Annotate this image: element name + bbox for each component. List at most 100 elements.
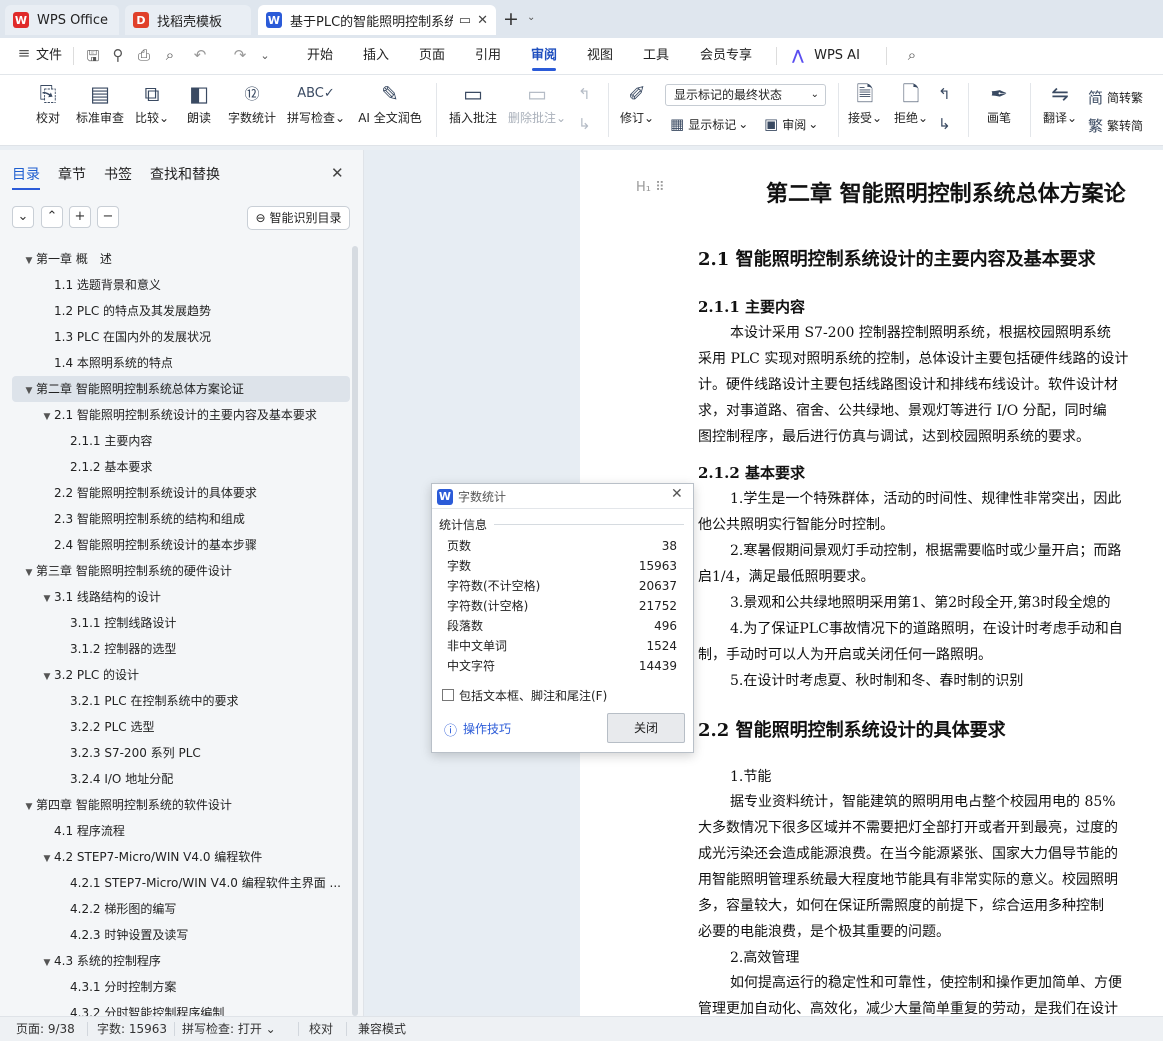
close-button[interactable]: 关闭 <box>607 713 685 743</box>
expand-arrow-icon[interactable]: ▼ <box>22 560 36 584</box>
ai-polish-button[interactable]: ✎ AI 全文润色 <box>354 79 426 127</box>
expand-arrow-icon[interactable]: ▼ <box>40 404 54 428</box>
toc-item[interactable]: 2.1.2 基本要求 <box>12 454 350 480</box>
toc-item[interactable]: ▼ 第一章 概 述 <box>12 246 350 272</box>
toc-item[interactable]: 3.1.1 控制线路设计 <box>12 610 350 636</box>
revise-button[interactable]: ✐ 修订⌄ <box>616 79 658 127</box>
include-textbox-checkbox[interactable] <box>442 689 454 701</box>
toc-item[interactable]: ▼ 3.2 PLC 的设计 <box>12 662 350 688</box>
toc-item[interactable]: 2.3 智能照明控制系统的结构和组成 <box>12 506 350 532</box>
monitor-icon[interactable]: ▭ <box>459 13 471 28</box>
toc-item[interactable]: 1.2 PLC 的特点及其发展趋势 <box>12 298 350 324</box>
proofread-indicator[interactable]: 校对 <box>309 1017 333 1041</box>
print-icon[interactable]: ⎙ <box>134 46 154 64</box>
nav-tab-toc[interactable]: 目录 <box>12 164 40 190</box>
nav-tab-find-replace[interactable]: 查找和替换 <box>150 164 220 184</box>
proofread-button[interactable]: ⎘ 校对 <box>26 79 70 127</box>
expand-arrow-icon[interactable]: ▼ <box>40 846 54 870</box>
prev-change-icon[interactable]: ↰ <box>938 85 951 103</box>
spell-check-indicator[interactable]: 拼写检查: 打开 ⌄ <box>182 1017 276 1041</box>
menu-review[interactable]: 审阅 <box>528 38 560 74</box>
close-icon[interactable]: ✕ <box>331 164 344 182</box>
collapse-down-button[interactable]: ⌄ <box>12 206 34 228</box>
next-change-icon[interactable]: ↳ <box>938 115 951 133</box>
pen-button[interactable]: ✒ 画笔 <box>978 79 1020 127</box>
insert-comment-button[interactable]: ▭ 插入批注 <box>446 79 500 127</box>
show-markup-button[interactable]: ▦ 显示标记 ⌄ <box>670 115 748 133</box>
tab-docer[interactable]: D 找稻壳模板 <box>125 5 251 35</box>
toc-item[interactable]: 4.3.1 分时控制方案 <box>12 974 350 1000</box>
toc-item[interactable]: ▼ 4.2 STEP7-Micro/WIN V4.0 编程软件 <box>12 844 350 870</box>
toc-item[interactable]: 3.2.2 PLC 选型 <box>12 714 350 740</box>
toc-item[interactable]: 3.2.3 S7-200 系列 PLC <box>12 740 350 766</box>
menu-view[interactable]: 视图 <box>584 38 616 74</box>
save-icon[interactable]: 🖫 <box>83 46 103 71</box>
expand-arrow-icon[interactable]: ▼ <box>40 586 54 610</box>
nav-tab-chapters[interactable]: 章节 <box>58 164 86 184</box>
tab-document[interactable]: W 基于PLC的智能照明控制系统 ▭ ✕ <box>258 5 496 35</box>
reject-button[interactable]: 🗋 拒绝⌄ <box>892 79 930 127</box>
new-tab-plus-icon[interactable]: + <box>503 8 519 30</box>
toc-item[interactable]: ▼ 3.1 线路结构的设计 <box>12 584 350 610</box>
toc-item[interactable]: 1.1 选题背景和意义 <box>12 272 350 298</box>
page-indicator[interactable]: 页面: 9/38 <box>16 1017 75 1041</box>
print-preview-icon[interactable]: ⌕ <box>160 46 180 64</box>
word-count-button[interactable]: ⑫ 字数统计 <box>224 79 280 127</box>
toc-item[interactable]: 4.2.2 梯形图的编写 <box>12 896 350 922</box>
toc-item[interactable]: 2.4 智能照明控制系统设计的基本步骤 <box>12 532 350 558</box>
hamburger-icon[interactable]: ≡ <box>14 44 34 62</box>
menu-tools[interactable]: 工具 <box>640 38 672 74</box>
toc-item[interactable]: ▼ 2.1 智能照明控制系统设计的主要内容及基本要求 <box>12 402 350 428</box>
scrollbar[interactable] <box>352 246 358 1016</box>
toc-item[interactable]: 4.2.1 STEP7-Micro/WIN V4.0 编程软件主界面 ... <box>12 870 350 896</box>
expand-arrow-icon[interactable]: ▼ <box>22 248 36 272</box>
expand-arrow-icon[interactable]: ▼ <box>40 664 54 688</box>
menu-home[interactable]: 开始 <box>304 38 336 74</box>
toc-item[interactable]: 3.2.4 I/O 地址分配 <box>12 766 350 792</box>
collapse-up-button[interactable]: ⌃ <box>41 206 63 228</box>
accept-button[interactable]: 🗎 接受⌄ <box>846 79 884 127</box>
toc-item[interactable]: ▼ 第二章 智能照明控制系统总体方案论证 <box>12 376 350 402</box>
expand-arrow-icon[interactable]: ▼ <box>40 950 54 974</box>
toc-item[interactable]: ▼ 第三章 智能照明控制系统的硬件设计 <box>12 558 350 584</box>
toc-item[interactable]: 3.1.2 控制器的选型 <box>12 636 350 662</box>
compare-button[interactable]: ⧉ 比较⌄ <box>132 79 172 127</box>
review-pane-button[interactable]: ▣ 审阅 ⌄ <box>764 115 818 133</box>
read-aloud-button[interactable]: ◧ 朗读 <box>180 79 218 127</box>
menu-page[interactable]: 页面 <box>416 38 448 74</box>
simp-to-trad-button[interactable]: 简简转繁 <box>1088 87 1143 108</box>
standard-review-button[interactable]: ▤ 标准审查 <box>72 79 128 127</box>
prev-comment-icon[interactable]: ↰ <box>578 85 591 103</box>
toc-item[interactable]: 1.3 PLC 在国内外的发展状况 <box>12 324 350 350</box>
toc-item[interactable]: 3.2.1 PLC 在控制系统中的要求 <box>12 688 350 714</box>
remove-heading-button[interactable]: − <box>97 206 119 228</box>
close-icon[interactable]: ✕ <box>477 13 488 28</box>
toc-item[interactable]: ▼ 第四章 智能照明控制系统的软件设计 <box>12 792 350 818</box>
smart-toc-button[interactable]: ⊖ 智能识别目录 <box>247 206 350 230</box>
tips-icon[interactable]: ⓘ <box>444 720 457 739</box>
redo-icon[interactable]: ↷ <box>230 46 250 64</box>
include-textbox-label[interactable]: 包括文本框、脚注和尾注(F) <box>459 687 607 704</box>
toc-item[interactable]: 4.1 程序流程 <box>12 818 350 844</box>
close-icon[interactable]: ✕ <box>671 486 683 502</box>
word-count-indicator[interactable]: 字数: 15963 <box>97 1017 167 1041</box>
toc-item[interactable]: 2.1.1 主要内容 <box>12 428 350 454</box>
toc-item[interactable]: ▼ 4.3 系统的控制程序 <box>12 948 350 974</box>
chevron-down-icon[interactable]: ⌄ <box>527 12 535 23</box>
menu-wps-ai[interactable]: WPS AI <box>812 38 862 74</box>
toc-item[interactable]: 4.2.3 时钟设置及读写 <box>12 922 350 948</box>
spell-check-button[interactable]: ABC✓ 拼写检查⌄ <box>285 79 347 127</box>
toc-item[interactable]: 2.2 智能照明控制系统设计的具体要求 <box>12 480 350 506</box>
expand-arrow-icon[interactable]: ▼ <box>22 794 36 818</box>
search-icon[interactable]: ⌕ <box>902 46 922 64</box>
menu-reference[interactable]: 引用 <box>472 38 504 74</box>
toc-item[interactable]: 1.4 本照明系统的特点 <box>12 350 350 376</box>
add-heading-button[interactable]: + <box>69 206 91 228</box>
tips-link[interactable]: 操作技巧 <box>463 720 511 737</box>
expand-arrow-icon[interactable]: ▼ <box>22 378 36 402</box>
chevron-down-icon[interactable]: ⌄ <box>255 49 275 62</box>
menu-file[interactable]: 文件 <box>35 38 63 74</box>
markup-state-select[interactable]: 显示标记的最终状态 ⌄ <box>665 84 826 106</box>
translate-button[interactable]: ⇋ 翻译⌄ <box>1038 79 1082 127</box>
share-icon[interactable]: ⚲ <box>108 46 128 64</box>
